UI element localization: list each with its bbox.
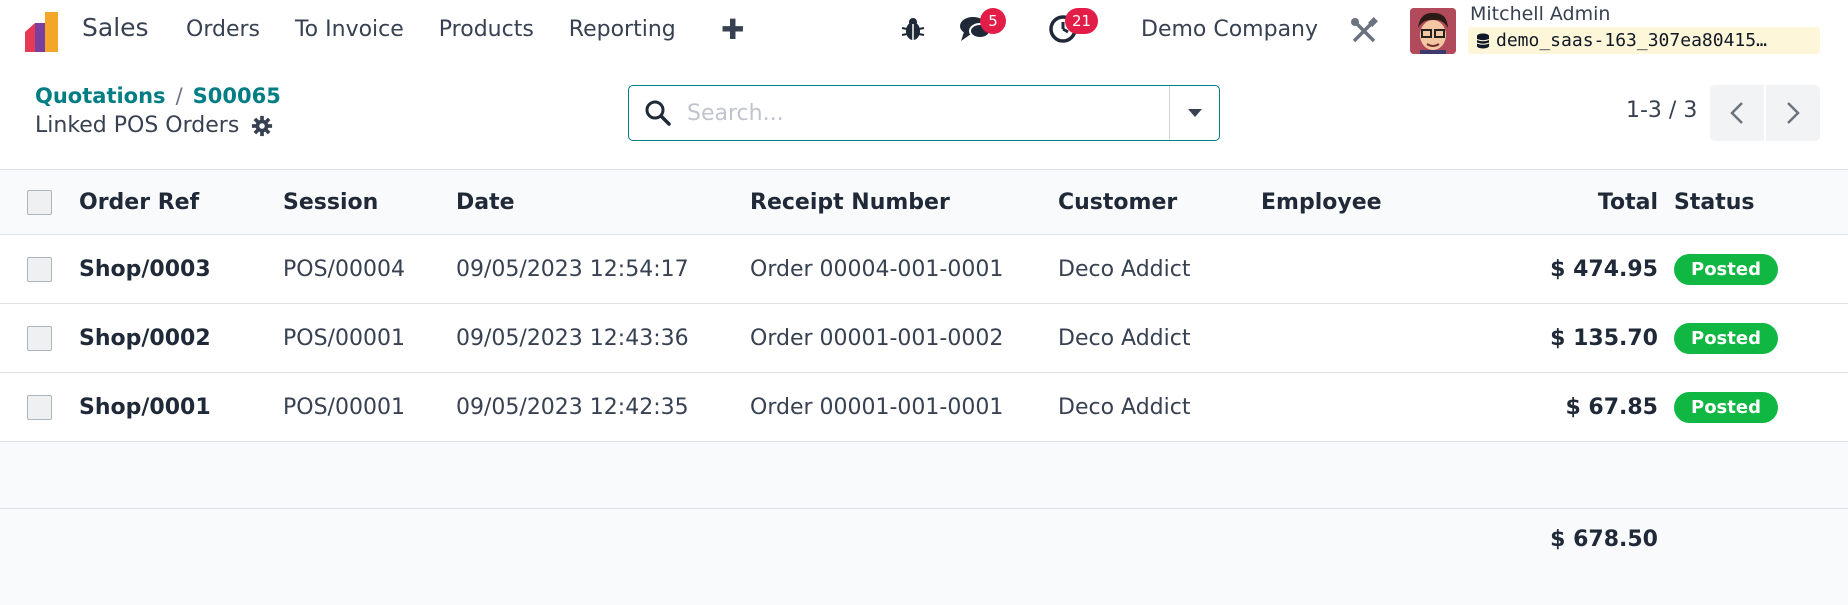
receipt-number: Order 00001-001-0002 [750,325,1004,351]
pager-previous-button[interactable] [1710,85,1764,141]
plus-icon[interactable]: ✚ [721,13,744,46]
status-cell: Posted [1674,373,1778,441]
column-header-receipt-number[interactable]: Receipt Number [750,170,950,234]
table-header: Order Ref Session Date Receipt Number Cu… [0,170,1848,235]
order-ref: Shop/0003 [79,256,211,282]
menu-item-orders[interactable]: Orders [186,17,260,42]
status-cell: Posted [1674,235,1778,303]
table-row[interactable]: Shop/0003 POS/00004 09/05/2023 12:54:17 … [0,235,1848,304]
chevron-left-icon [1730,102,1743,124]
row-select-cell [27,304,52,372]
app-logo[interactable] [25,12,67,52]
menu-item-reporting[interactable]: Reporting [569,17,676,42]
column-header-session[interactable]: Session [283,170,378,234]
search-bar [628,85,1220,141]
company-switcher[interactable]: Demo Company [1141,17,1318,42]
user-name[interactable]: Mitchell Admin [1470,3,1610,25]
breadcrumb-separator: / [175,84,183,108]
row-checkbox[interactable] [27,325,52,351]
menu-item-products[interactable]: Products [439,17,534,42]
date: 09/05/2023 12:42:35 [456,394,689,420]
bug-icon[interactable] [900,16,926,42]
pager-next-button[interactable] [1766,85,1820,141]
column-header-status[interactable]: Status [1674,170,1754,234]
column-header-order-ref[interactable]: Order Ref [79,170,199,234]
order-ref: Shop/0001 [79,394,211,420]
app-name[interactable]: Sales [82,13,149,42]
main-menu: Orders To Invoice Products Reporting [186,17,711,42]
search-options-toggle[interactable] [1169,86,1219,140]
total: $ 135.70 [1550,325,1658,351]
customer: Deco Addict [1058,394,1191,420]
status-badge: Posted [1674,322,1778,354]
search-icon[interactable] [643,98,673,128]
table-footer-divider [0,508,1848,509]
total: $ 474.95 [1550,256,1658,282]
session: POS/00001 [283,325,405,351]
order-ref: Shop/0002 [79,325,211,351]
column-header-customer[interactable]: Customer [1058,170,1177,234]
table-row[interactable]: Shop/0001 POS/00001 09/05/2023 12:42:35 … [0,373,1848,442]
database-icon [1476,33,1490,48]
total: $ 67.85 [1565,394,1658,420]
menu-item-to-invoice[interactable]: To Invoice [295,17,404,42]
row-select-cell [27,373,52,441]
date: 09/05/2023 12:43:36 [456,325,689,351]
status-badge: Posted [1674,253,1778,285]
chevron-right-icon [1787,102,1800,124]
tools-icon[interactable] [1349,16,1379,46]
customer: Deco Addict [1058,325,1191,351]
status-badge: Posted [1674,391,1778,423]
row-select-cell [27,235,52,303]
date: 09/05/2023 12:54:17 [456,256,689,282]
select-all-checkbox[interactable] [27,189,52,215]
select-all-cell [27,170,52,234]
breadcrumb: Quotations / S00065 [35,84,281,108]
session: POS/00001 [283,394,405,420]
customer: Deco Addict [1058,256,1191,282]
column-header-employee[interactable]: Employee [1261,170,1382,234]
caret-down-icon [1187,108,1202,117]
receipt-number: Order 00004-001-0001 [750,256,1004,282]
messages-badge: 5 [980,8,1006,34]
table-row[interactable]: Shop/0002 POS/00001 09/05/2023 12:43:36 … [0,304,1848,373]
gear-icon[interactable] [251,115,273,137]
pager-value[interactable]: 1-3 / 3 [1626,98,1697,123]
breadcrumb-quotations[interactable]: Quotations [35,84,166,108]
pos-orders-table: Order Ref Session Date Receipt Number Cu… [0,169,1848,605]
activities-badge: 21 [1065,8,1099,34]
status-cell: Posted [1674,304,1778,372]
page-title: Linked POS Orders [35,113,240,138]
page-title-row: Linked POS Orders [35,113,273,138]
database-name: demo_saas-163_307ea80415… [1496,30,1767,51]
row-checkbox[interactable] [27,394,52,420]
column-header-date[interactable]: Date [456,170,515,234]
row-checkbox[interactable] [27,256,52,282]
database-chip: demo_saas-163_307ea80415… [1468,27,1820,54]
search-input[interactable] [687,100,1167,126]
breadcrumb-order[interactable]: S00065 [193,84,281,108]
session: POS/00004 [283,256,405,282]
receipt-number: Order 00001-001-0001 [750,394,1004,420]
column-header-total[interactable]: Total [1420,170,1658,234]
grand-total: $ 678.50 [1550,527,1658,552]
avatar[interactable] [1410,8,1456,54]
top-navbar: Sales Orders To Invoice Products Reporti… [0,0,1848,60]
